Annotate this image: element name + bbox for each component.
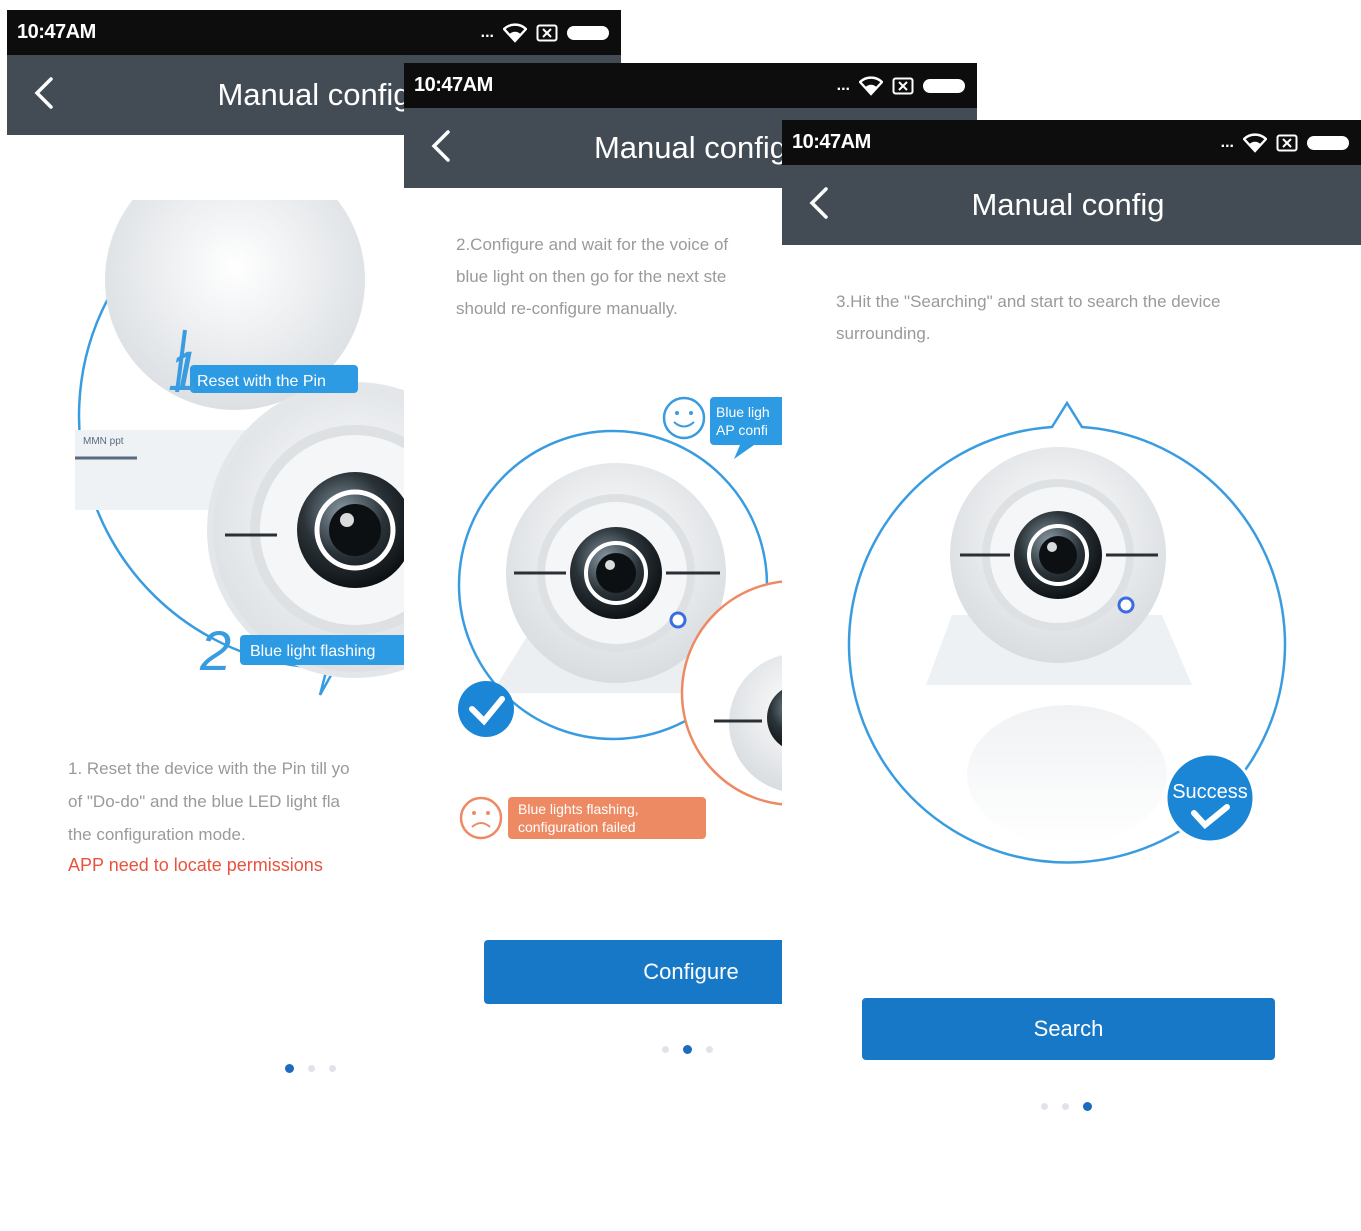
page-title: Manual config bbox=[971, 187, 1165, 222]
smile-icon bbox=[662, 396, 706, 440]
battery-icon bbox=[923, 79, 965, 93]
instruction-line: surrounding. bbox=[836, 324, 931, 343]
small-note: MMN ppt bbox=[83, 436, 124, 447]
pager-dot bbox=[706, 1046, 713, 1053]
sim-icon bbox=[1276, 134, 1298, 152]
status-bar: 10:47AM ... bbox=[404, 63, 977, 108]
status-time: 10:47AM bbox=[414, 74, 493, 96]
success-badge-label: Success bbox=[1172, 781, 1248, 803]
success-bubble-line1: Blue ligh bbox=[716, 404, 770, 420]
success-bubble-line2: AP confi bbox=[716, 422, 768, 438]
sim-icon bbox=[536, 24, 558, 42]
search-button[interactable]: Search bbox=[862, 998, 1275, 1060]
sad-icon bbox=[459, 796, 503, 840]
pager-dot bbox=[329, 1065, 336, 1072]
page-indicator bbox=[662, 1045, 713, 1054]
step-1-number: 1 bbox=[168, 339, 199, 402]
page-indicator bbox=[285, 1064, 336, 1073]
fail-bubble-line2: configuration failed bbox=[518, 819, 636, 835]
wifi-icon bbox=[503, 23, 527, 43]
app-bar: Manual config bbox=[782, 165, 1361, 245]
more-dots-icon: ... bbox=[480, 24, 494, 41]
pager-dot bbox=[285, 1064, 294, 1073]
status-bar: 10:47AM ... bbox=[7, 10, 621, 55]
pager-dot bbox=[1041, 1103, 1048, 1110]
pager-dot bbox=[662, 1046, 669, 1053]
step-2-number: 2 bbox=[199, 619, 231, 682]
status-time: 10:47AM bbox=[17, 21, 96, 43]
fail-bubble-line1: Blue lights flashing, bbox=[518, 801, 639, 817]
reset-pin-label: Reset with the Pin bbox=[197, 373, 326, 390]
page-indicator bbox=[1041, 1102, 1092, 1111]
pager-dot bbox=[683, 1045, 692, 1054]
more-dots-icon: ... bbox=[1220, 134, 1234, 151]
pager-dot bbox=[1062, 1103, 1069, 1110]
instruction-line: 3.Hit the "Searching" and start to searc… bbox=[836, 292, 1221, 311]
status-bar: 10:47AM ... bbox=[782, 120, 1361, 165]
screen-step-3: 10:47AM ... Manual config 3.Hit the "Sea… bbox=[782, 120, 1361, 1231]
instruction-text: 3.Hit the "Searching" and start to searc… bbox=[836, 286, 1316, 350]
sim-icon bbox=[892, 77, 914, 95]
battery-icon bbox=[1307, 136, 1349, 150]
more-dots-icon: ... bbox=[836, 77, 850, 94]
blue-light-label: Blue light flashing bbox=[250, 643, 375, 660]
wifi-icon bbox=[859, 76, 883, 96]
pager-dot bbox=[1083, 1102, 1092, 1111]
wifi-icon bbox=[1243, 133, 1267, 153]
pager-dot bbox=[308, 1065, 315, 1072]
status-time: 10:47AM bbox=[792, 131, 871, 153]
battery-icon bbox=[567, 26, 609, 40]
search-illustration: Success bbox=[847, 400, 1287, 864]
